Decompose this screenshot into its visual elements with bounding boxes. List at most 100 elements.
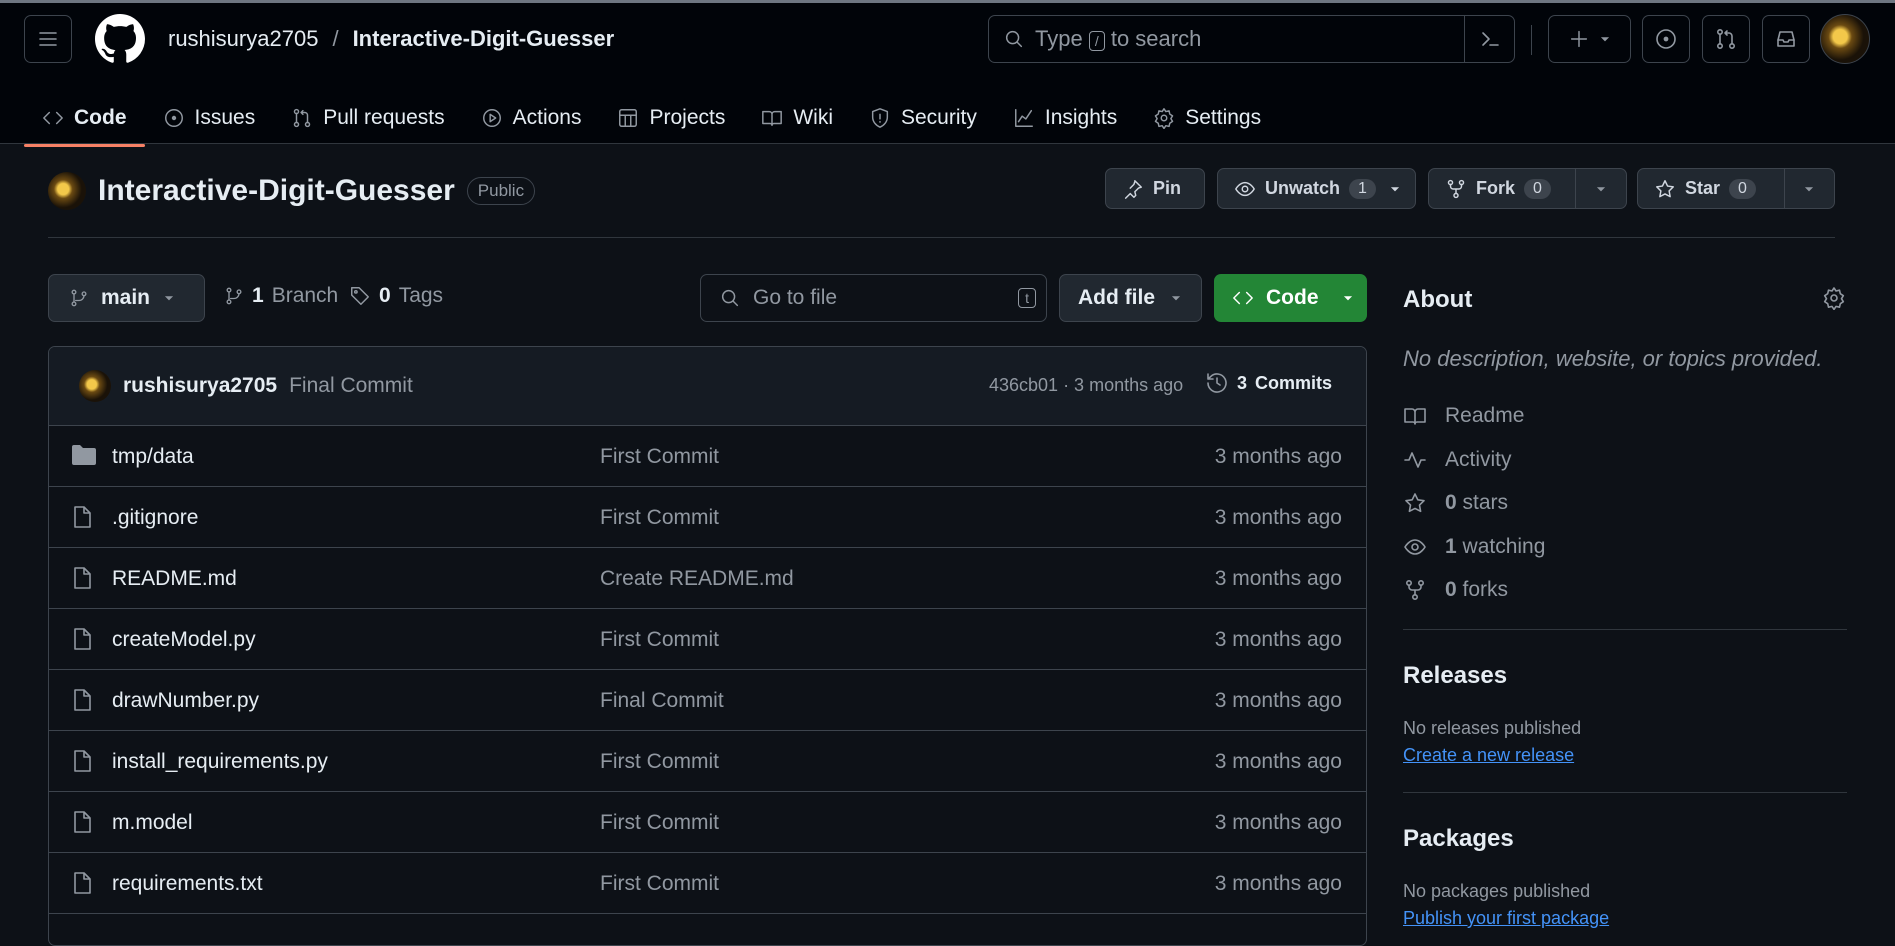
table-row[interactable]: .gitignore First Commit 3 months ago [49, 487, 1366, 548]
file-commit-message[interactable]: First Commit [600, 628, 719, 652]
file-name[interactable]: createModel.py [112, 628, 256, 652]
table-row[interactable]: drawNumber.py Final Commit 3 months ago [49, 670, 1366, 731]
fork-label: Fork [1476, 178, 1516, 198]
create-new-button[interactable] [1548, 15, 1631, 63]
activity-link[interactable]: Activity [1403, 448, 1512, 472]
table-row[interactable]: createModel.py First Commit 3 months ago [49, 609, 1366, 670]
tab-security[interactable]: Security [851, 88, 995, 147]
search-placeholder: Type / to search [1035, 26, 1202, 51]
file-commit-message[interactable]: First Commit [600, 506, 719, 530]
file-name[interactable]: requirements.txt [112, 872, 263, 896]
forks-link[interactable]: 0 forks [1403, 578, 1508, 602]
owner-avatar[interactable] [48, 172, 86, 210]
pull-requests-button[interactable] [1702, 15, 1750, 63]
add-file-button[interactable]: Add file [1059, 274, 1202, 322]
command-palette-button[interactable] [1464, 16, 1514, 62]
tab-code[interactable]: Code [24, 88, 145, 147]
tags-link[interactable]: 0 Tags [349, 284, 443, 308]
tab-pull-requests[interactable]: Pull requests [273, 88, 462, 147]
branches-link[interactable]: 1 Branch [224, 284, 338, 308]
search-icon [719, 287, 741, 309]
code-download-button[interactable]: Code [1214, 274, 1367, 322]
latest-commit-bar: rushisurya2705 Final Commit 436cb01 · 3 … [49, 347, 1366, 426]
issue-icon [1656, 29, 1676, 49]
file-name[interactable]: .gitignore [112, 506, 198, 530]
gear-icon[interactable] [1822, 286, 1846, 310]
chevron-down-icon [1341, 291, 1355, 305]
file-commit-message[interactable]: First Commit [600, 811, 719, 835]
owner-link[interactable]: rushisurya2705 [168, 26, 318, 52]
tab-projects[interactable]: Projects [599, 88, 743, 147]
file-icon [71, 688, 93, 712]
file-commit-message[interactable]: Final Commit [600, 689, 724, 713]
commit-author-avatar[interactable] [79, 370, 111, 402]
github-logo-icon[interactable] [95, 14, 145, 64]
unwatch-button[interactable]: Unwatch 1 [1217, 168, 1416, 209]
table-row[interactable]: requirements.txt First Commit 3 months ago [49, 853, 1366, 914]
search-input[interactable]: Type / to search [988, 15, 1515, 63]
watching-link[interactable]: 1 watching [1403, 535, 1545, 559]
file-icon [71, 871, 93, 895]
table-row[interactable]: m.model First Commit 3 months ago [49, 792, 1366, 853]
file-icon [71, 627, 93, 651]
gear-icon [1153, 107, 1175, 129]
menu-button[interactable] [24, 15, 72, 63]
tab-settings[interactable]: Settings [1135, 88, 1279, 147]
fork-dropdown[interactable] [1575, 169, 1626, 208]
tab-issues[interactable]: Issues [145, 88, 274, 147]
divider [1403, 792, 1847, 793]
inbox-button[interactable] [1762, 15, 1810, 63]
commit-author[interactable]: rushisurya2705 [123, 374, 277, 398]
branch-selector[interactable]: main [48, 274, 205, 322]
tab-insights[interactable]: Insights [995, 88, 1135, 147]
file-name[interactable]: install_requirements.py [112, 750, 328, 774]
fork-button[interactable]: Fork 0 [1428, 168, 1627, 209]
table-row[interactable]: install_requirements.py First Commit 3 mon… [49, 731, 1366, 792]
code-icon [42, 107, 64, 129]
file-commit-message[interactable]: First Commit [600, 872, 719, 896]
table-row[interactable]: README.md Create README.md 3 months ago [49, 548, 1366, 609]
no-packages-text: No packages published [1403, 881, 1591, 901]
search-key: / [1088, 31, 1105, 51]
create-release-link[interactable]: Create a new release [1403, 745, 1574, 766]
chevron-down-icon [1169, 291, 1183, 305]
file-name[interactable]: README.md [112, 567, 237, 591]
pulse-icon [1403, 448, 1429, 472]
star-button[interactable]: Star 0 [1637, 168, 1835, 209]
stars-link[interactable]: 0 stars [1403, 491, 1508, 515]
pin-label: Pin [1153, 178, 1182, 198]
hamburger-icon [39, 32, 57, 46]
star-dropdown[interactable] [1783, 169, 1834, 208]
user-avatar[interactable] [1820, 14, 1870, 64]
breadcrumb-separator: / [332, 26, 339, 51]
commit-sha-age[interactable]: 436cb01 · 3 months ago [989, 375, 1183, 396]
commit-message[interactable]: Final Commit [289, 374, 413, 398]
shield-icon [869, 107, 891, 129]
table-row[interactable]: tmp/data First Commit 3 months ago [49, 426, 1366, 487]
issues-button[interactable] [1642, 15, 1690, 63]
pull-request-icon [291, 107, 313, 129]
file-table: rushisurya2705 Final Commit 436cb01 · 3 … [48, 346, 1367, 946]
play-icon [481, 107, 503, 129]
folder-icon [71, 444, 97, 466]
repo-link[interactable]: Interactive-Digit-Guesser [353, 26, 615, 52]
tags-count: 0 [379, 284, 391, 307]
pin-button[interactable]: Pin [1105, 168, 1205, 209]
file-icon [71, 749, 93, 773]
releases-heading[interactable]: Releases [1403, 662, 1507, 690]
packages-heading[interactable]: Packages [1403, 825, 1514, 853]
file-name[interactable]: drawNumber.py [112, 689, 259, 713]
file-commit-message[interactable]: First Commit [600, 445, 719, 469]
file-commit-message[interactable]: First Commit [600, 750, 719, 774]
commits-link[interactable]: 3 Commits [1205, 371, 1332, 395]
readme-link[interactable]: Readme [1403, 404, 1524, 428]
file-commit-message[interactable]: Create README.md [600, 567, 794, 591]
about-description: No description, website, or topics provi… [1403, 346, 1823, 371]
tab-wiki[interactable]: Wiki [743, 88, 851, 147]
pull-request-icon [1716, 28, 1736, 49]
go-to-file-input[interactable]: Go to file t [700, 274, 1047, 322]
tab-actions[interactable]: Actions [463, 88, 600, 147]
file-name[interactable]: tmp/data [112, 445, 194, 469]
file-name[interactable]: m.model [112, 811, 193, 835]
chevron-down-icon[interactable] [1388, 182, 1402, 196]
